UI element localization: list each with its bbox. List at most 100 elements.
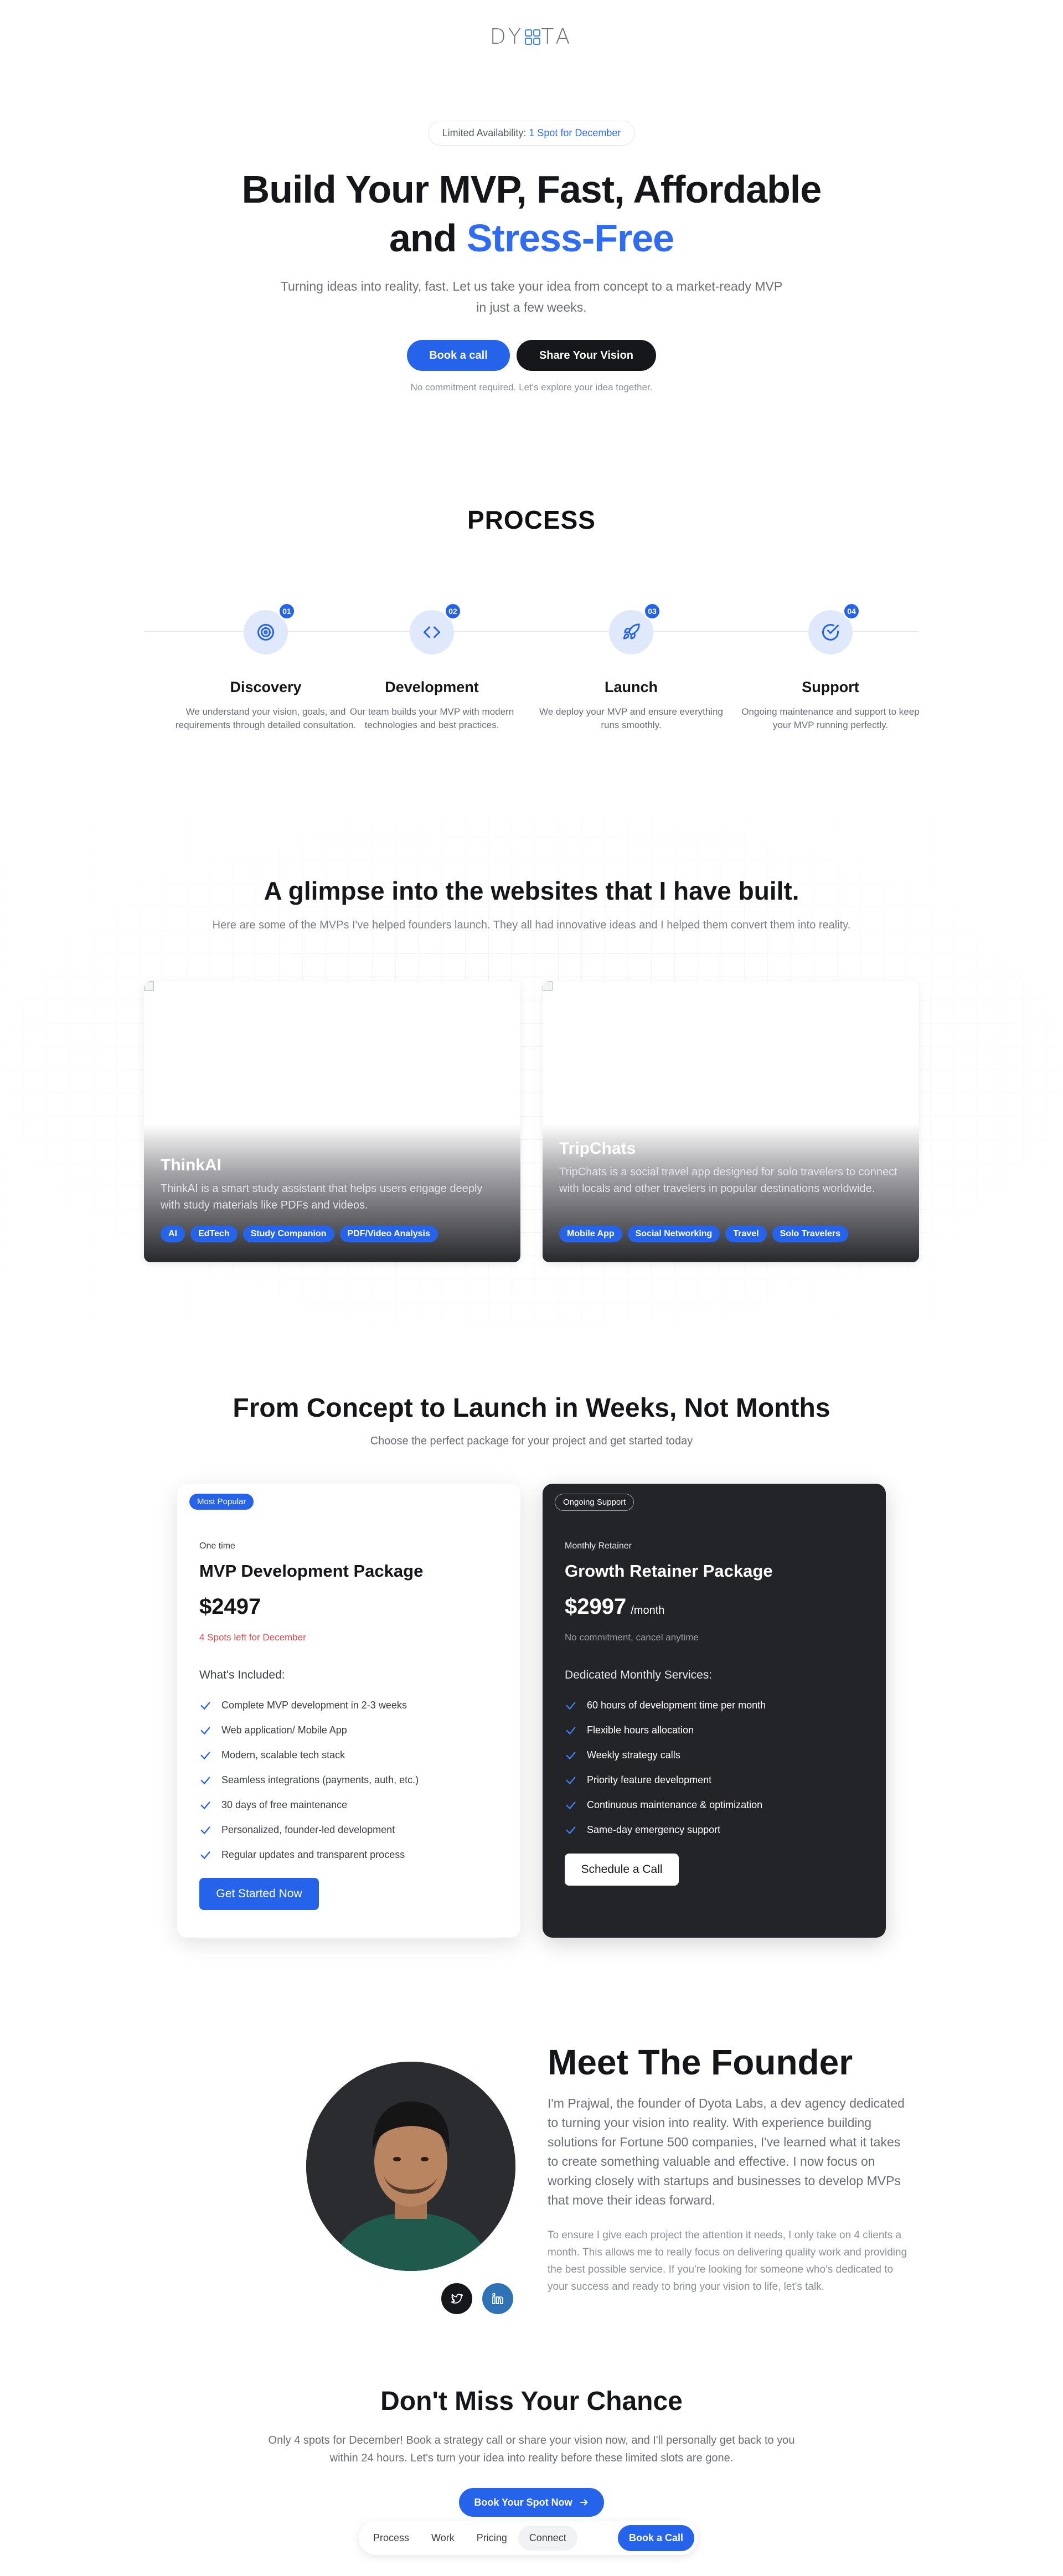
tag: Mobile App (559, 1226, 622, 1242)
feature-list: 60 hours of development time per month F… (565, 1693, 869, 1842)
step-description: We understand your vision, goals, and re… (175, 706, 357, 730)
linkedin-icon[interactable] (482, 2283, 513, 2314)
step-title: Support (802, 679, 859, 695)
project-tags: Mobile App Social Networking Travel Solo… (559, 1226, 848, 1242)
nav-item-work[interactable]: Work (420, 2526, 466, 2551)
feature-text: Modern, scalable tech stack (221, 1749, 345, 1761)
feature-item: Seamless integrations (payments, auth, e… (199, 1768, 504, 1793)
plan-price-value: $2497 (199, 1594, 261, 1619)
step-number: 01 (278, 602, 296, 620)
bottom-nav: Process Work Pricing Connect Book a Call (359, 2521, 698, 2555)
rocket-icon: 03 (609, 602, 661, 654)
project-card-tripchats[interactable]: TripChats TripChats is a social travel a… (543, 981, 919, 1262)
plan-price-value: $2997 (565, 1594, 627, 1619)
plan-card-mvp: Most Popular One time MVP Development Pa… (177, 1484, 520, 1938)
plan-kind: Monthly Retainer (565, 1541, 632, 1551)
check-icon (200, 1851, 210, 1859)
hero-title-line2-prefix: and (389, 216, 457, 260)
plan-card-retainer: Ongoing Support Monthly Retainer Growth … (543, 1484, 886, 1938)
logo-text-right: TA (541, 24, 574, 49)
check-circle-icon: 04 (808, 602, 860, 654)
target-icon: 01 (244, 602, 296, 654)
feature-text: 60 hours of development time per month (587, 1700, 766, 1711)
feature-text: Personalized, founder-led development (221, 1824, 395, 1835)
twitter-icon[interactable] (441, 2283, 472, 2314)
step-description: Our team builds your MVP with modern tec… (349, 706, 514, 730)
project-description: TripChats is a social travel app designe… (559, 1166, 897, 1195)
feature-item: Continuous maintenance & optimization (565, 1793, 869, 1818)
project-card-thinkai[interactable]: ThinkAI ThinkAI is a smart study assista… (144, 981, 520, 1262)
founder-title: Meet The Founder (548, 2042, 853, 2082)
step-number: 03 (643, 602, 661, 620)
arrow-right-icon (580, 2499, 588, 2506)
feature-text: Continuous maintenance & optimization (587, 1799, 763, 1810)
tag: Travel (725, 1226, 767, 1242)
plan-price: $2997/month (565, 1594, 664, 1619)
plan-name: Growth Retainer Package (565, 1561, 773, 1581)
feature-text: Same-day emergency support (587, 1824, 721, 1835)
feature-item: 30 days of free maintenance (199, 1793, 504, 1818)
feature-item: Priority feature development (565, 1768, 869, 1793)
no-commitment-note: No commitment, cancel anytime (565, 1632, 699, 1643)
check-icon (200, 1701, 210, 1710)
most-popular-badge: Most Popular (189, 1494, 254, 1510)
step-description: We deploy your MVP and ensure everything… (539, 706, 723, 730)
plan-name: MVP Development Package (199, 1561, 424, 1581)
nav-item-process[interactable]: Process (362, 2526, 420, 2551)
feature-item: Regular updates and transparent process (199, 1842, 504, 1867)
check-icon (566, 1726, 576, 1734)
get-started-button[interactable]: Get Started Now (199, 1878, 319, 1910)
brand-logo[interactable]: DY TA (0, 24, 1063, 49)
tag: Social Networking (627, 1226, 720, 1242)
project-title: ThinkAI (161, 1156, 221, 1174)
check-icon (200, 1801, 210, 1809)
book-spot-button[interactable]: Book Your Spot Now (459, 2488, 604, 2517)
nav-book-call-button[interactable]: Book a Call (617, 2525, 694, 2551)
availability-label: Limited Availability: (442, 127, 527, 138)
plan-kind: One time (199, 1541, 235, 1551)
feature-item: Flexible hours allocation (565, 1718, 869, 1743)
code-icon: 02 (410, 602, 462, 654)
check-icon (566, 1776, 576, 1784)
schedule-call-button[interactable]: Schedule a Call (565, 1854, 679, 1886)
book-spot-label: Book Your Spot Now (474, 2496, 572, 2508)
step-number: 02 (444, 602, 462, 620)
founder-bio: I'm Prajwal, the founder of Dyota Labs, … (548, 2096, 905, 2207)
check-icon (200, 1751, 210, 1759)
feature-text: Flexible hours allocation (587, 1725, 694, 1736)
step-title: Launch (604, 679, 658, 695)
availability-pill: Limited Availability: 1 Spot for Decembe… (428, 121, 635, 146)
logo-text-left: DY (489, 24, 525, 49)
feature-text: Seamless integrations (payments, auth, e… (221, 1774, 419, 1785)
included-label: What's Included: (199, 1669, 285, 1681)
share-vision-button[interactable]: Share Your Vision (517, 340, 656, 371)
feature-text: Regular updates and transparent process (221, 1849, 405, 1860)
book-call-button[interactable]: Book a call (407, 340, 510, 371)
cta-subtitle: Only 4 spots for December! Book a strate… (268, 2434, 795, 2464)
broken-image-icon (144, 981, 154, 991)
ongoing-support-badge: Ongoing Support (555, 1494, 634, 1511)
nav-item-pricing[interactable]: Pricing (466, 2526, 518, 2551)
check-icon (566, 1701, 576, 1710)
portfolio-title: A glimpse into the websites that I have … (264, 876, 799, 905)
plan-price-suffix: /month (631, 1604, 665, 1617)
step-description: Ongoing maintenance and support to keep … (741, 706, 920, 730)
pricing-title: From Concept to Launch in Weeks, Not Mon… (233, 1393, 830, 1423)
feature-item: 60 hours of development time per month (565, 1693, 869, 1718)
portfolio-subtitle: Here are some of the MVPs I've helped fo… (212, 919, 851, 931)
feature-item: Web application/ Mobile App (199, 1718, 504, 1743)
spots-left-note: 4 Spots left for December (199, 1632, 306, 1643)
feature-item: Weekly strategy calls (565, 1743, 869, 1768)
tag: Solo Travelers (772, 1226, 848, 1242)
tag: PDF/Video Analysis (339, 1226, 438, 1242)
check-icon (200, 1726, 210, 1734)
included-label: Dedicated Monthly Services: (565, 1669, 713, 1681)
feature-text: Web application/ Mobile App (221, 1725, 347, 1736)
founder-photo (306, 2062, 515, 2271)
logo-mark (524, 24, 541, 49)
check-icon (566, 1826, 576, 1834)
check-icon (200, 1776, 210, 1784)
process-title: PROCESS (467, 505, 596, 534)
feature-text: Weekly strategy calls (587, 1749, 680, 1761)
nav-item-connect[interactable]: Connect (518, 2525, 577, 2551)
